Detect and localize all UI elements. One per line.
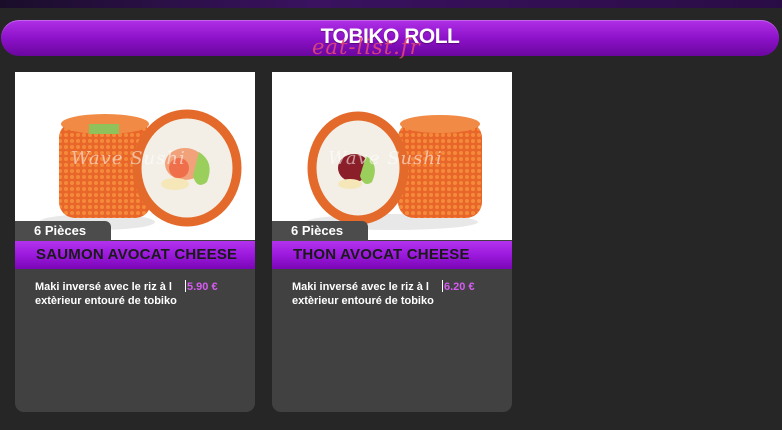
site-watermark: eat-list.fr <box>312 35 421 59</box>
text-divider <box>442 280 443 292</box>
pieces-count: 6 Pièces <box>15 221 111 241</box>
product-name-bar[interactable]: SAUMON AVOCAT CHEESE <box>15 241 255 269</box>
product-card-thon[interactable]: Wave Sushi 6 Pièces THON AVOCAT CHEESE M… <box>272 72 512 412</box>
photo-watermark: Wave Sushi <box>328 148 443 169</box>
text-divider <box>185 280 186 292</box>
product-description: Maki inversé avec le riz à l extèrieur e… <box>292 281 434 307</box>
product-price: 5.90 € <box>187 281 218 293</box>
product-price: 6.20 € <box>444 281 475 293</box>
product-name-bar[interactable]: THON AVOCAT CHEESE <box>272 241 512 269</box>
product-description: Maki inversé avec le riz à l extèrieur e… <box>35 281 177 307</box>
product-card-saumon[interactable]: Wave Sushi 6 Pièces SAUMON AVOCAT CHEESE… <box>15 72 255 412</box>
pieces-count: 6 Pièces <box>272 221 368 241</box>
top-bar <box>0 0 782 8</box>
product-name[interactable]: THON AVOCAT CHEESE <box>293 246 470 263</box>
product-name[interactable]: SAUMON AVOCAT CHEESE <box>36 246 237 263</box>
product-photo[interactable]: Wave Sushi <box>15 72 255 240</box>
photo-watermark: Wave Sushi <box>71 148 186 169</box>
product-photo[interactable]: Wave Sushi <box>272 72 512 240</box>
